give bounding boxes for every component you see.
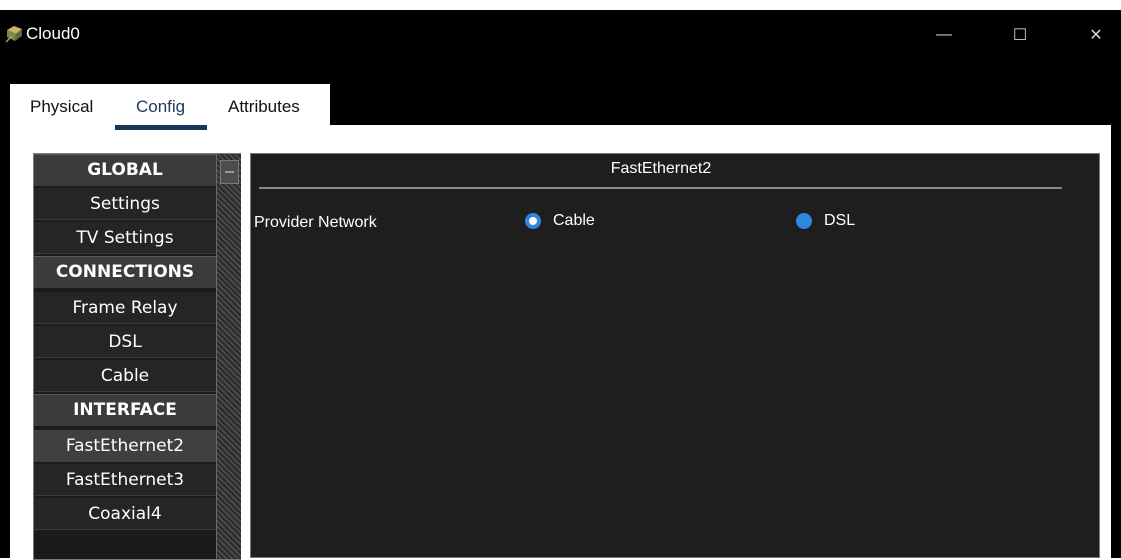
sidebar-header-global: GLOBAL bbox=[34, 154, 216, 186]
radio-cable[interactable]: Cable bbox=[525, 212, 595, 230]
sidebar-list: GLOBAL Settings TV Settings CONNECTIONS … bbox=[34, 154, 216, 559]
title-divider bbox=[259, 187, 1062, 189]
sidebar-scrollbar[interactable] bbox=[216, 154, 241, 559]
sidebar-header-interface: INTERFACE bbox=[34, 394, 216, 426]
app-window: Cloud0 — ☐ ✕ Physical Config Attributes … bbox=[0, 10, 1121, 560]
radio-dsl-label: DSL bbox=[824, 212, 856, 229]
radio-dsl[interactable]: DSL bbox=[796, 212, 855, 230]
minimize-button[interactable]: — bbox=[924, 18, 964, 52]
minimize-icon: — bbox=[936, 26, 952, 43]
interface-panel: FastEthernet2 Provider Network Cable DSL bbox=[250, 153, 1100, 558]
sidebar-item-fastethernet2[interactable]: FastEthernet2 bbox=[34, 430, 216, 462]
tab-physical[interactable]: Physical bbox=[30, 97, 93, 117]
close-button[interactable]: ✕ bbox=[1076, 18, 1116, 52]
cloud-device-icon bbox=[5, 26, 22, 43]
sidebar-item-coaxial4[interactable]: Coaxial4 bbox=[34, 498, 216, 530]
grip-icon bbox=[225, 171, 234, 173]
title-bar: Cloud0 — ☐ ✕ bbox=[0, 10, 1121, 62]
sidebar-item-fastethernet3[interactable]: FastEthernet3 bbox=[34, 464, 216, 496]
config-sidebar: GLOBAL Settings TV Settings CONNECTIONS … bbox=[33, 153, 241, 560]
tab-attributes[interactable]: Attributes bbox=[228, 97, 300, 117]
window-title: Cloud0 bbox=[26, 24, 80, 43]
maximize-button[interactable]: ☐ bbox=[1000, 18, 1040, 52]
tab-strip: Physical Config Attributes bbox=[0, 72, 1121, 134]
radio-checked-icon[interactable] bbox=[525, 213, 541, 229]
sidebar-item-dsl[interactable]: DSL bbox=[34, 326, 216, 358]
sidebar-item-tv-settings[interactable]: TV Settings bbox=[34, 222, 216, 254]
active-tab-indicator bbox=[115, 125, 207, 130]
scroll-thumb[interactable] bbox=[220, 160, 239, 184]
sidebar-item-frame-relay[interactable]: Frame Relay bbox=[34, 292, 216, 324]
provider-network-label: Provider Network bbox=[254, 214, 377, 231]
sidebar-header-connections: CONNECTIONS bbox=[34, 256, 216, 288]
radio-cable-label: Cable bbox=[553, 212, 595, 229]
radio-unchecked-icon[interactable] bbox=[796, 213, 812, 229]
panel-title: FastEthernet2 bbox=[610, 160, 712, 177]
maximize-icon: ☐ bbox=[1012, 27, 1028, 44]
sidebar-item-settings[interactable]: Settings bbox=[34, 188, 216, 220]
config-content: GLOBAL Settings TV Settings CONNECTIONS … bbox=[10, 125, 1111, 560]
tab-config[interactable]: Config bbox=[136, 97, 185, 117]
sidebar-item-cable[interactable]: Cable bbox=[34, 360, 216, 392]
close-icon: ✕ bbox=[1089, 27, 1103, 44]
